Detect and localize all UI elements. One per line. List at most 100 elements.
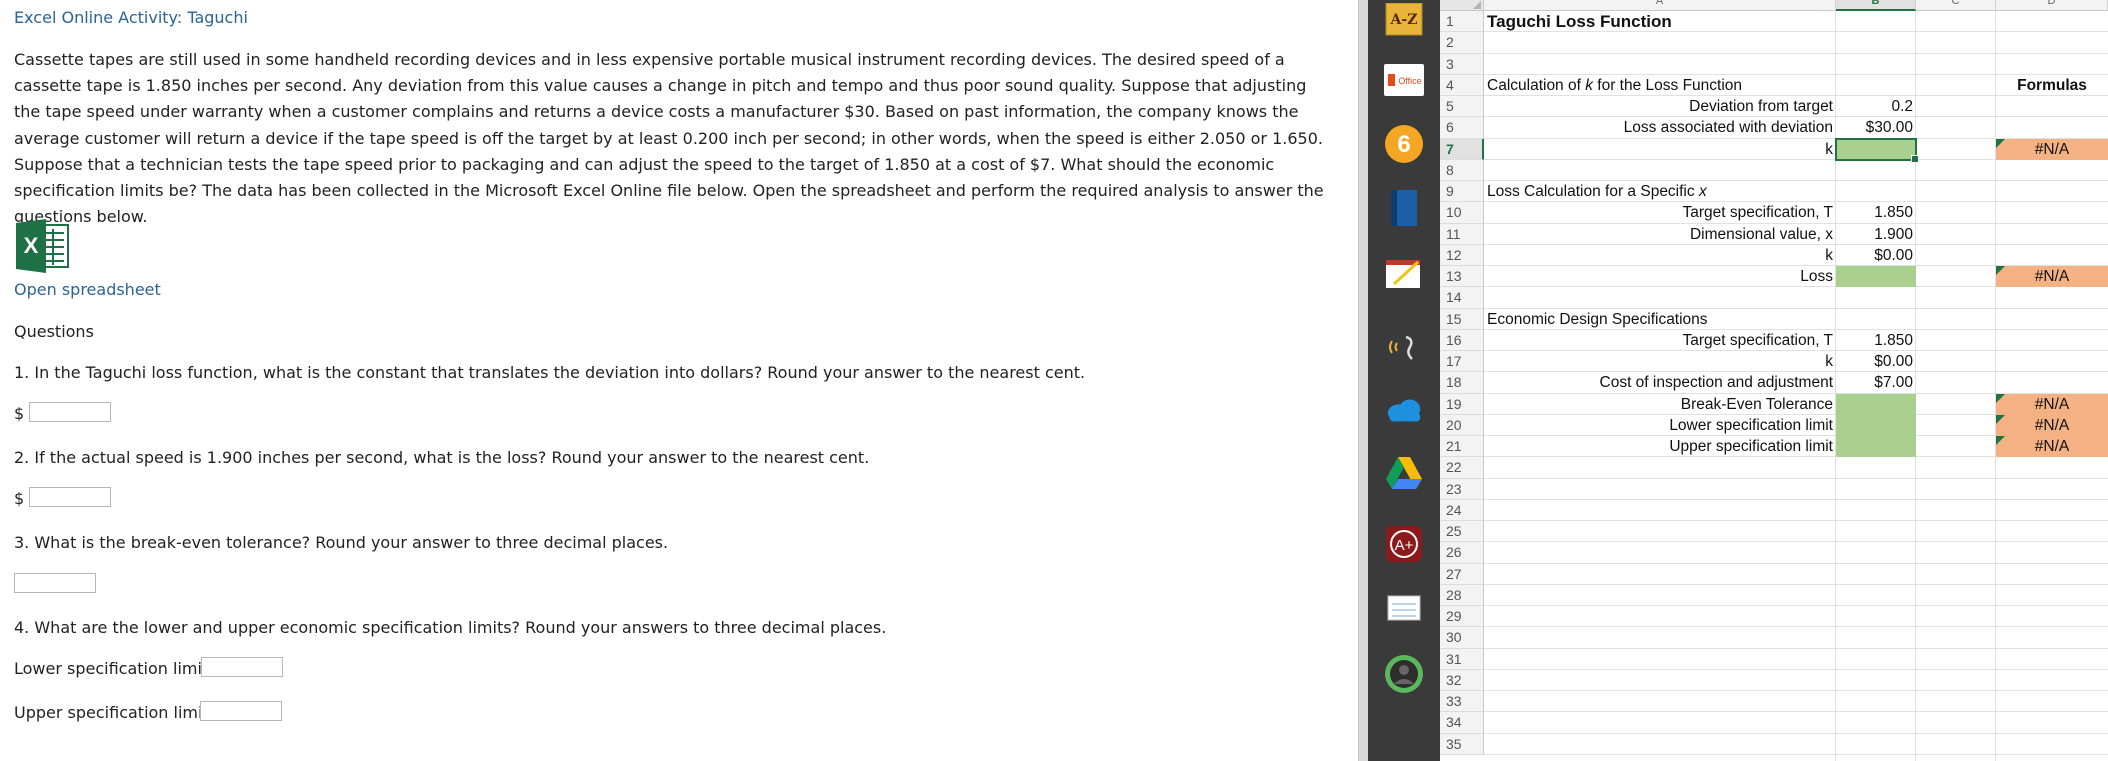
row-header[interactable]: 15 [1440, 308, 1484, 330]
row-header[interactable]: 35 [1440, 733, 1484, 755]
problem-statement: Cassette tapes are still used in some ha… [14, 50, 1324, 227]
row-header[interactable]: 19 [1440, 393, 1484, 415]
deviation-value-cell[interactable]: 0.2 [1836, 96, 1916, 117]
svg-text:6: 6 [1397, 131, 1410, 158]
k-value-cell-row17[interactable]: $0.00 [1836, 351, 1916, 372]
row-header[interactable]: 24 [1440, 499, 1484, 521]
error-flag-icon [1996, 414, 2005, 424]
select-all-corner[interactable] [1440, 0, 1484, 11]
row-header[interactable]: 1 [1440, 11, 1484, 33]
row-header[interactable]: 13 [1440, 266, 1484, 288]
inspection-cost-value-cell[interactable]: $7.00 [1836, 372, 1916, 393]
upper-spec-formula-cell[interactable]: #N/A [1996, 436, 2108, 458]
svg-text:A-Z: A-Z [1390, 12, 1418, 28]
dimensional-value-cell[interactable]: 1.900 [1836, 224, 1916, 245]
loss-input-cell[interactable] [1836, 266, 1916, 288]
row-header[interactable]: 29 [1440, 606, 1484, 628]
column-header-c[interactable]: C [1916, 0, 1996, 11]
voice-icon[interactable] [1384, 327, 1424, 367]
fill-handle[interactable] [1911, 154, 1919, 163]
row-header[interactable]: 26 [1440, 542, 1484, 564]
upper-spec-label: Upper specification limit [1669, 438, 1833, 455]
book-icon[interactable] [1384, 188, 1424, 228]
open-spreadsheet-link[interactable]: Open spreadsheet [14, 280, 161, 299]
row-header[interactable]: 2 [1440, 32, 1484, 54]
dollar-sign: $ [14, 489, 25, 508]
row-gridline [1484, 647, 2108, 649]
answer-3-input[interactable] [14, 573, 96, 593]
row-header[interactable]: 27 [1440, 563, 1484, 585]
break-even-input-cell[interactable] [1836, 393, 1916, 415]
target-spec-value-cell-row16[interactable]: 1.850 [1836, 330, 1916, 351]
row-header[interactable]: 25 [1440, 521, 1484, 543]
row-header[interactable]: 8 [1440, 159, 1484, 181]
six-icon[interactable]: 6 [1384, 124, 1424, 164]
excel-icon[interactable]: X [14, 219, 72, 273]
row-header[interactable]: 34 [1440, 712, 1484, 734]
answer-2-input[interactable] [29, 487, 111, 507]
row-header[interactable]: 18 [1440, 372, 1484, 394]
row-header[interactable]: 3 [1440, 53, 1484, 75]
active-cell-border [1835, 137, 1919, 163]
question-1: 1. In the Taguchi loss function, what is… [14, 363, 1086, 382]
target-spec-value-cell[interactable]: 1.850 [1836, 202, 1916, 223]
k-label: k [1825, 140, 1833, 158]
row-header[interactable]: 17 [1440, 351, 1484, 373]
column-header-a[interactable]: A [1484, 0, 1836, 11]
k-value-cell-row12[interactable]: $0.00 [1836, 245, 1916, 266]
k-formula-cell[interactable]: #N/A [1996, 138, 2108, 160]
onedrive-icon[interactable] [1384, 390, 1424, 430]
row-header[interactable]: 9 [1440, 181, 1484, 203]
row-header[interactable]: 31 [1440, 648, 1484, 670]
pane-divider[interactable] [1358, 0, 1368, 761]
row-header[interactable]: 33 [1440, 691, 1484, 713]
row-header[interactable]: 22 [1440, 457, 1484, 479]
upper-limit-label: Upper specification limit: [14, 703, 215, 722]
lower-limit-input[interactable] [201, 657, 283, 677]
lower-spec-formula-cell[interactable]: #N/A [1996, 414, 2108, 436]
row-header[interactable]: 20 [1440, 414, 1484, 436]
column-header-b[interactable]: B [1836, 0, 1916, 11]
loss-formula-cell[interactable]: #N/A [1996, 266, 2108, 288]
lower-spec-input-cell[interactable] [1836, 414, 1916, 436]
row-header[interactable]: 4 [1440, 74, 1484, 96]
row-header[interactable]: 14 [1440, 287, 1484, 309]
loss-deviation-value-cell[interactable]: $30.00 [1836, 117, 1916, 138]
column-header-d[interactable]: D [1996, 0, 2108, 11]
office-icon[interactable]: Office [1384, 60, 1424, 100]
tool-sidebar: A-Z Office 6 A+ [1368, 0, 1440, 761]
upper-limit-input[interactable] [200, 701, 282, 721]
section-1-title: Calculation of k for the Loss Function [1487, 76, 1743, 94]
flashcard-icon[interactable] [1384, 588, 1424, 628]
row-header[interactable]: 11 [1440, 223, 1484, 245]
row-header[interactable]: 10 [1440, 202, 1484, 224]
break-even-label: Break-Even Tolerance [1680, 395, 1833, 413]
a-z-icon[interactable]: A-Z [1384, 0, 1424, 40]
row-header[interactable]: 28 [1440, 584, 1484, 606]
a-plus-icon[interactable]: A+ [1384, 524, 1424, 564]
google-drive-icon[interactable] [1384, 453, 1424, 493]
deviation-label: Deviation from target [1689, 98, 1833, 115]
row-header[interactable]: 7 [1440, 138, 1484, 160]
loss-label: Loss [1800, 268, 1833, 285]
row-header[interactable]: 23 [1440, 478, 1484, 500]
row-gridline [1484, 605, 2108, 606]
break-even-formula-cell[interactable]: #N/A [1996, 393, 2108, 415]
row-gridline [1484, 668, 2108, 670]
k-label-row17: k [1825, 353, 1833, 370]
row-header[interactable]: 5 [1440, 96, 1484, 118]
notepad-icon[interactable] [1384, 254, 1424, 294]
row-header[interactable]: 30 [1440, 627, 1484, 649]
row-header[interactable]: 32 [1440, 669, 1484, 691]
row-header[interactable]: 16 [1440, 329, 1484, 351]
row-header[interactable]: 12 [1440, 244, 1484, 266]
svg-text:A+: A+ [1395, 537, 1414, 554]
row-header[interactable]: 6 [1440, 117, 1484, 139]
upper-spec-input-cell[interactable] [1836, 436, 1916, 458]
lower-limit-label: Lower specification limit: [14, 659, 214, 678]
row-gridline [1484, 477, 2108, 479]
avatar-icon[interactable] [1384, 654, 1424, 694]
row-header[interactable]: 21 [1440, 436, 1484, 458]
section-3-title: Economic Design Specifications [1487, 310, 1708, 328]
answer-1-input[interactable] [29, 402, 111, 422]
